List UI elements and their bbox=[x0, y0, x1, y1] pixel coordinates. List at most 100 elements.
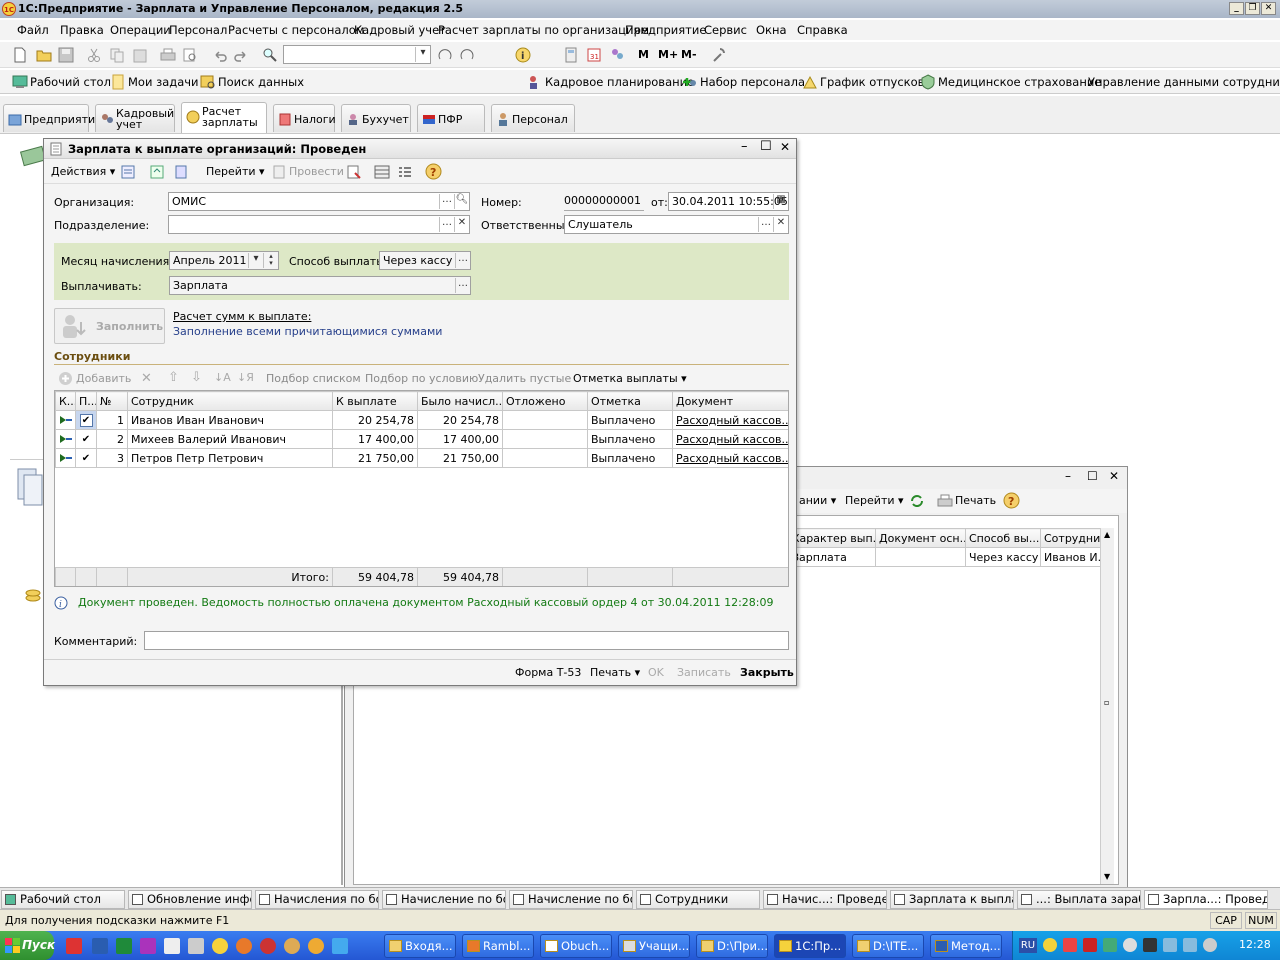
bg-close-button[interactable]: ✕ bbox=[1109, 469, 1119, 483]
pick-list-button[interactable]: Подбор списком bbox=[266, 372, 361, 385]
program-icon[interactable] bbox=[332, 938, 348, 954]
col-deferred[interactable]: Отложено bbox=[502, 391, 588, 411]
select-button[interactable]: … bbox=[455, 278, 470, 293]
print-icon[interactable] bbox=[160, 47, 176, 63]
link-desktop[interactable]: Рабочий стол bbox=[30, 75, 111, 89]
scroll-up-icon[interactable]: ▲ bbox=[1104, 530, 1110, 539]
table-view-icon[interactable] bbox=[374, 164, 390, 180]
goto-menu[interactable]: Перейти ▾ bbox=[206, 165, 265, 178]
menu-edit[interactable]: Правка bbox=[60, 23, 104, 37]
save-button[interactable]: Записать bbox=[677, 666, 731, 679]
media-icon[interactable] bbox=[260, 938, 276, 954]
table-row[interactable]: ✔ 1 Иванов Иван Иванович 20 254,78 20 25… bbox=[55, 410, 788, 430]
select-button[interactable]: … bbox=[439, 217, 454, 232]
taskbar-item[interactable]: Учащи... bbox=[618, 934, 690, 958]
payment-mark-menu[interactable]: Отметка выплаты ▾ bbox=[573, 372, 687, 385]
tray-icon[interactable] bbox=[1043, 938, 1057, 952]
chevron-down-icon[interactable]: ▾ bbox=[248, 253, 263, 268]
menu-personnel[interactable]: Персонал bbox=[169, 23, 227, 37]
month-field[interactable]: Апрель 2011 ▾ ▴ ▾ bbox=[169, 251, 279, 270]
select-button[interactable]: … bbox=[455, 253, 470, 268]
bg-actions-menu[interactable]: ании ▾ bbox=[799, 494, 836, 507]
document-link[interactable]: Расходный кассов... bbox=[672, 448, 788, 468]
tools-icon[interactable] bbox=[710, 47, 726, 63]
bg-maximize-button[interactable]: ☐ bbox=[1087, 469, 1098, 483]
add-button[interactable]: Добавить bbox=[76, 372, 131, 385]
program-icon[interactable] bbox=[188, 938, 204, 954]
calc-link[interactable]: Расчет сумм к выплате: bbox=[173, 310, 311, 323]
tab-taxes[interactable]: Налоги bbox=[273, 104, 336, 132]
pay-field[interactable]: Зарплата … bbox=[169, 276, 471, 295]
clear-icon[interactable]: ✕ bbox=[773, 217, 788, 232]
search-icon[interactable]: 🔍︎ bbox=[454, 194, 469, 209]
new-document-icon[interactable] bbox=[12, 47, 28, 63]
window-tab[interactable]: Обновление инфо... bbox=[128, 890, 252, 909]
menu-settlements[interactable]: Расчеты с персоналом bbox=[228, 23, 364, 37]
info-icon[interactable]: i bbox=[515, 47, 531, 63]
paid-checkbox[interactable]: ✔ bbox=[75, 429, 97, 449]
window-tab[interactable]: Начисление по бо... bbox=[382, 890, 506, 909]
actions-menu[interactable]: Действия ▾ bbox=[51, 165, 115, 178]
clear-icon[interactable]: ✕ bbox=[454, 217, 469, 232]
tray-icon[interactable] bbox=[1063, 938, 1077, 952]
find-icon[interactable] bbox=[262, 47, 278, 63]
col-k[interactable]: К... bbox=[55, 391, 76, 411]
bg-scrollbar[interactable]: ▲ ▫ ▼ bbox=[1100, 528, 1114, 884]
firefox-icon[interactable] bbox=[236, 938, 252, 954]
memory-add-button[interactable]: M+ bbox=[658, 48, 678, 61]
taskbar-item[interactable]: D:\При... bbox=[696, 934, 768, 958]
tray-icon[interactable] bbox=[1143, 938, 1157, 952]
copy-icon[interactable] bbox=[109, 47, 125, 63]
menu-enterprise[interactable]: Предприятие bbox=[625, 23, 706, 37]
link-recruitment[interactable]: Набор персонала bbox=[700, 75, 805, 89]
col-p[interactable]: П... bbox=[75, 391, 97, 411]
chevron-down-icon[interactable]: ▾ bbox=[415, 47, 430, 62]
menu-hr[interactable]: Кадровый учет bbox=[354, 23, 446, 37]
cut-icon[interactable] bbox=[86, 47, 102, 63]
menu-file[interactable]: Файл bbox=[17, 23, 49, 37]
open-folder-icon[interactable] bbox=[36, 47, 52, 63]
menu-service[interactable]: Сервис bbox=[704, 23, 747, 37]
menu-windows[interactable]: Окна bbox=[756, 23, 787, 37]
bg-col-method[interactable]: Способ вы... bbox=[965, 528, 1041, 548]
paid-checkbox[interactable]: ✔ bbox=[75, 448, 97, 468]
taskbar-item[interactable]: D:\ITE... bbox=[852, 934, 924, 958]
scroll-down-icon[interactable]: ▼ bbox=[1104, 872, 1110, 881]
menu-operations[interactable]: Операции bbox=[110, 23, 171, 37]
print-menu[interactable]: Печать ▾ bbox=[590, 666, 640, 679]
window-tab[interactable]: Начисление по бо... bbox=[509, 890, 633, 909]
taskbar-item-active[interactable]: 1С:Пр... bbox=[774, 934, 846, 958]
onenote-icon[interactable] bbox=[140, 938, 156, 954]
form-t53-button[interactable]: Форма Т-53 bbox=[515, 666, 581, 679]
bg-print-button[interactable]: Печать bbox=[955, 494, 996, 507]
col-mark[interactable]: Отметка bbox=[587, 391, 673, 411]
tray-icon[interactable] bbox=[1123, 938, 1137, 952]
comment-field[interactable] bbox=[144, 631, 789, 650]
dept-field[interactable]: … ✕ bbox=[168, 215, 470, 234]
table-row[interactable]: ✔ 2 Михеев Валерий Иванович 17 400,00 17… bbox=[55, 429, 788, 449]
bg-table-row[interactable]: Зарплата Через кассу Иванов И... bbox=[788, 547, 1111, 567]
paid-checkbox[interactable]: ✔ bbox=[75, 410, 97, 430]
print-preview-icon[interactable] bbox=[182, 47, 198, 63]
paymethod-field[interactable]: Через кассу … bbox=[379, 251, 471, 270]
window-tab[interactable]: Зарплата к выпла... bbox=[890, 890, 1014, 909]
window-tab[interactable]: Сотрудники bbox=[636, 890, 760, 909]
taskbar-item[interactable]: Метод... bbox=[930, 934, 1002, 958]
memory-store-button[interactable]: M bbox=[638, 48, 649, 61]
link-medical-insurance[interactable]: Медицинское страхование bbox=[938, 75, 1101, 89]
ok-button[interactable]: OK bbox=[648, 666, 664, 679]
based-on-icon[interactable] bbox=[174, 164, 190, 180]
doc-maximize-button[interactable]: ☐ bbox=[760, 139, 772, 154]
close-doc-button[interactable]: Закрыть bbox=[740, 666, 794, 679]
scroll-thumb[interactable]: ▫ bbox=[1104, 698, 1109, 707]
sort-desc-icon[interactable]: ↓Я bbox=[237, 371, 254, 384]
volume-icon[interactable] bbox=[1203, 938, 1217, 952]
org-field[interactable]: ОМИС … 🔍︎ bbox=[168, 192, 470, 211]
language-indicator[interactable]: RU bbox=[1019, 938, 1037, 953]
program-icon[interactable] bbox=[284, 938, 300, 954]
table-row[interactable]: ✔ 3 Петров Петр Петрович 21 750,00 21 75… bbox=[55, 448, 788, 468]
list-icon[interactable] bbox=[120, 164, 136, 180]
taskbar-item[interactable]: Входя... bbox=[384, 934, 456, 958]
structure-icon[interactable] bbox=[149, 164, 165, 180]
bg-col-doc[interactable]: Документ осн... bbox=[875, 528, 966, 548]
